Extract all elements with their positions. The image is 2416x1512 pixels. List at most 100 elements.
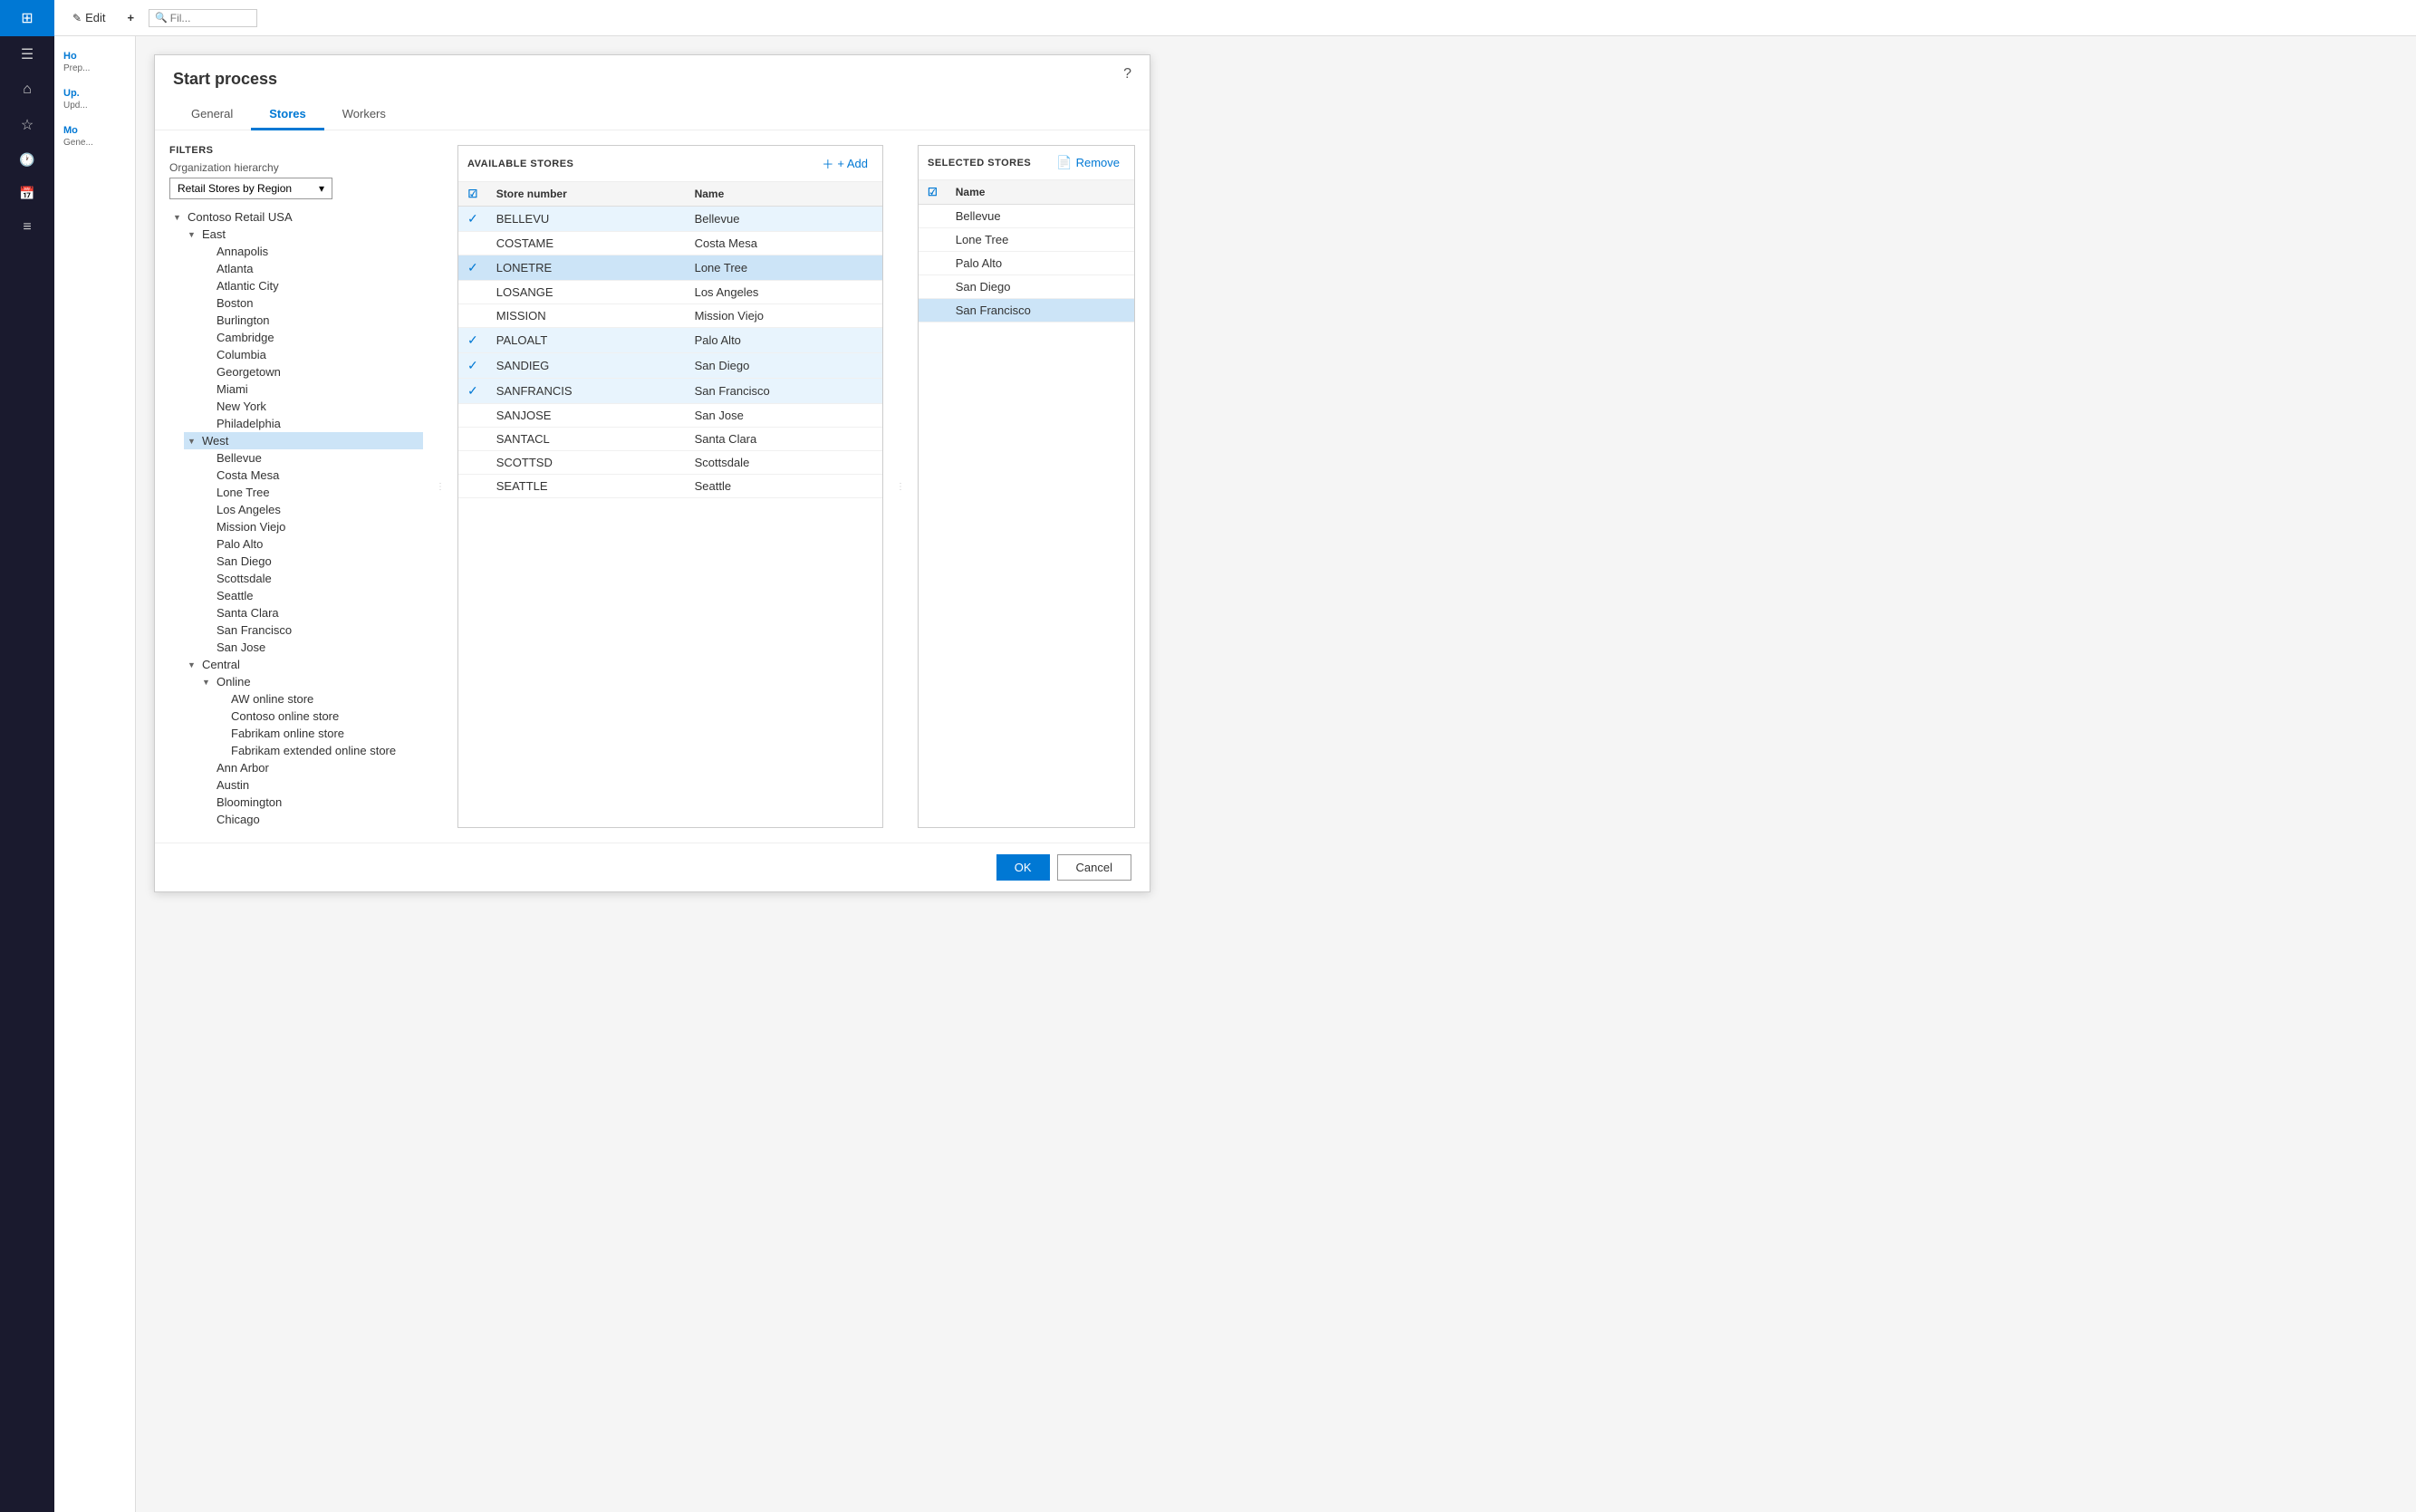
available-store-row[interactable]: ✓ SANDIEG San Diego [458, 353, 882, 379]
row-checkbox-cell[interactable]: ✓ [458, 379, 487, 404]
row-checkbox-cell[interactable] [458, 451, 487, 475]
available-store-row[interactable]: SEATTLE Seattle [458, 475, 882, 498]
available-store-row[interactable]: ✓ SANFRANCIS San Francisco [458, 379, 882, 404]
sidebar-home-icon[interactable]: ⌂ [0, 72, 54, 107]
main-area: ✎ Edit + 🔍 Ho Prep... Up. Upd... Mo Gene… [54, 0, 2416, 1512]
tree-leaf-bloomington[interactable]: Bloomington [198, 794, 423, 811]
available-store-row[interactable]: SCOTTSD Scottsdale [458, 451, 882, 475]
row-checkbox-cell[interactable]: ✓ [458, 353, 487, 379]
tree-leaf-costa-mesa[interactable]: Costa Mesa [198, 467, 423, 484]
tree-leaf-atlantic-city[interactable]: Atlantic City [198, 277, 423, 294]
add-button[interactable]: + [120, 7, 141, 28]
tree-leaf-santa-clara[interactable]: Santa Clara [198, 604, 423, 621]
row-checkbox-cell[interactable] [458, 404, 487, 428]
selected-row-name: Lone Tree [947, 228, 1134, 252]
tree-root-label[interactable]: ▼ Contoso Retail USA [169, 208, 423, 226]
row-checkbox-cell[interactable] [458, 428, 487, 451]
sidebar-menu-icon[interactable]: ☰ [0, 36, 54, 72]
row-checkbox-cell[interactable] [458, 232, 487, 255]
row-checkbox-cell[interactable] [458, 281, 487, 304]
tree-region-central-label[interactable]: ▼ Central [184, 656, 423, 673]
tree-leaf-fabrikam-extended[interactable]: Fabrikam extended online store [213, 742, 423, 759]
available-stores-title: AVAILABLE STORES [467, 159, 573, 169]
drag-handle-right[interactable]: ⋮ [898, 145, 903, 828]
tree-leaf-san-jose[interactable]: San Jose [198, 639, 423, 656]
available-store-row[interactable]: SANTACL Santa Clara [458, 428, 882, 451]
tree-leaf-boston[interactable]: Boston [198, 294, 423, 312]
tree-leaf-atlanta[interactable]: Atlanta [198, 260, 423, 277]
selected-store-row[interactable]: Lone Tree [919, 228, 1134, 252]
tree-leaf-columbia[interactable]: Columbia [198, 346, 423, 363]
tree-region-east-label[interactable]: ▼ East [184, 226, 423, 243]
tree-leaf-philadelphia[interactable]: Philadelphia [198, 415, 423, 432]
tree-leaf-ann-arbor[interactable]: Ann Arbor [198, 759, 423, 776]
help-icon[interactable]: ? [1123, 66, 1131, 82]
org-hierarchy-dropdown[interactable]: Retail Stores by Region ▾ [169, 178, 332, 199]
edit-button[interactable]: ✎ Edit [65, 7, 112, 28]
row-checkbox-cell[interactable] [458, 475, 487, 498]
tree-leaf-fabrikam-online[interactable]: Fabrikam online store [213, 725, 423, 742]
tree-leaf-cambridge[interactable]: Cambridge [198, 329, 423, 346]
add-stores-button[interactable]: ＋ + Add [816, 153, 873, 174]
available-store-row[interactable]: ✓ BELLEVU Bellevue [458, 207, 882, 232]
left-panel-item-2[interactable]: Up. Upd... [54, 81, 135, 118]
row-store-number: SANJOSE [487, 404, 686, 428]
tree-leaf-aw-online[interactable]: AW online store [213, 690, 423, 708]
tree-leaf-palo-alto[interactable]: Palo Alto [198, 535, 423, 553]
left-panel-item-3[interactable]: Mo Gene... [54, 118, 135, 155]
col-header-name: Name [686, 182, 882, 207]
available-store-row[interactable]: MISSION Mission Viejo [458, 304, 882, 328]
available-store-row[interactable]: SANJOSE San Jose [458, 404, 882, 428]
tree-region-west-label[interactable]: ▼ West [184, 432, 423, 449]
sidebar-calendar-icon[interactable]: 📅 [0, 177, 54, 210]
available-store-row[interactable]: ✓ PALOALT Palo Alto [458, 328, 882, 353]
selected-stores-table: ☑ Name Bellevue Lone Tree Palo Alto [919, 180, 1134, 827]
left-panel-item-1[interactable]: Ho Prep... [54, 43, 135, 81]
sidebar-clock-icon[interactable]: 🕐 [0, 143, 54, 177]
sidebar-list-icon[interactable]: ≡ [0, 210, 54, 245]
available-store-row[interactable]: ✓ LONETRE Lone Tree [458, 255, 882, 281]
tree-leaf-chicago[interactable]: Chicago [198, 811, 423, 828]
available-store-row[interactable]: LOSANGE Los Angeles [458, 281, 882, 304]
selected-store-row[interactable]: San Diego [919, 275, 1134, 299]
tree-leaf-georgetown[interactable]: Georgetown [198, 363, 423, 380]
tree-leaf-mission-viejo[interactable]: Mission Viejo [198, 518, 423, 535]
tree-leaf-lone-tree[interactable]: Lone Tree [198, 484, 423, 501]
sidebar-star-icon[interactable]: ☆ [0, 107, 54, 143]
tab-general[interactable]: General [173, 100, 251, 130]
selected-store-row[interactable]: Palo Alto [919, 252, 1134, 275]
tree-leaf-miami[interactable]: Miami [198, 380, 423, 398]
tree-leaf-los-angeles[interactable]: Los Angeles [198, 501, 423, 518]
tree-leaf-san-diego[interactable]: San Diego [198, 553, 423, 570]
selected-store-row[interactable]: Bellevue [919, 205, 1134, 228]
tree-leaf-bellevue[interactable]: Bellevue [198, 449, 423, 467]
remove-stores-button[interactable]: 📄 Remove [1051, 153, 1125, 172]
drag-handle-left[interactable]: ⋮ [438, 145, 443, 828]
tree-leaf-seattle[interactable]: Seattle [198, 587, 423, 604]
tab-stores[interactable]: Stores [251, 100, 323, 130]
tree-leaf-new-york[interactable]: New York [198, 398, 423, 415]
tree-leaf-annapolis[interactable]: Annapolis [198, 243, 423, 260]
tree-leaf-san-francisco[interactable]: San Francisco [198, 621, 423, 639]
search-input[interactable] [170, 12, 251, 24]
tree-leaf-contoso-online[interactable]: Contoso online store [213, 708, 423, 725]
row-checkbox-cell[interactable]: ✓ [458, 328, 487, 353]
row-store-name: Bellevue [686, 207, 882, 232]
row-store-name: San Jose [686, 404, 882, 428]
dialog-container: Start process General Stores Workers ? F… [136, 36, 2416, 1512]
search-icon: 🔍 [155, 12, 168, 24]
available-store-row[interactable]: COSTAME Costa Mesa [458, 232, 882, 255]
cancel-button[interactable]: Cancel [1057, 854, 1131, 881]
tree-leaf-austin[interactable]: Austin [198, 776, 423, 794]
row-checkbox-cell[interactable] [458, 304, 487, 328]
tree-online-label[interactable]: ▼ Online [198, 673, 423, 690]
row-checkbox-cell[interactable]: ✓ [458, 255, 487, 281]
row-checkbox-cell[interactable]: ✓ [458, 207, 487, 232]
tree-leaf-scottsdale[interactable]: Scottsdale [198, 570, 423, 587]
header-checkbox[interactable]: ☑ [467, 188, 477, 200]
tab-workers[interactable]: Workers [324, 100, 404, 130]
ok-button[interactable]: OK [996, 854, 1050, 881]
tree-leaf-burlington[interactable]: Burlington [198, 312, 423, 329]
west-toggle-icon: ▼ [188, 437, 198, 446]
selected-store-row[interactable]: San Francisco [919, 299, 1134, 323]
